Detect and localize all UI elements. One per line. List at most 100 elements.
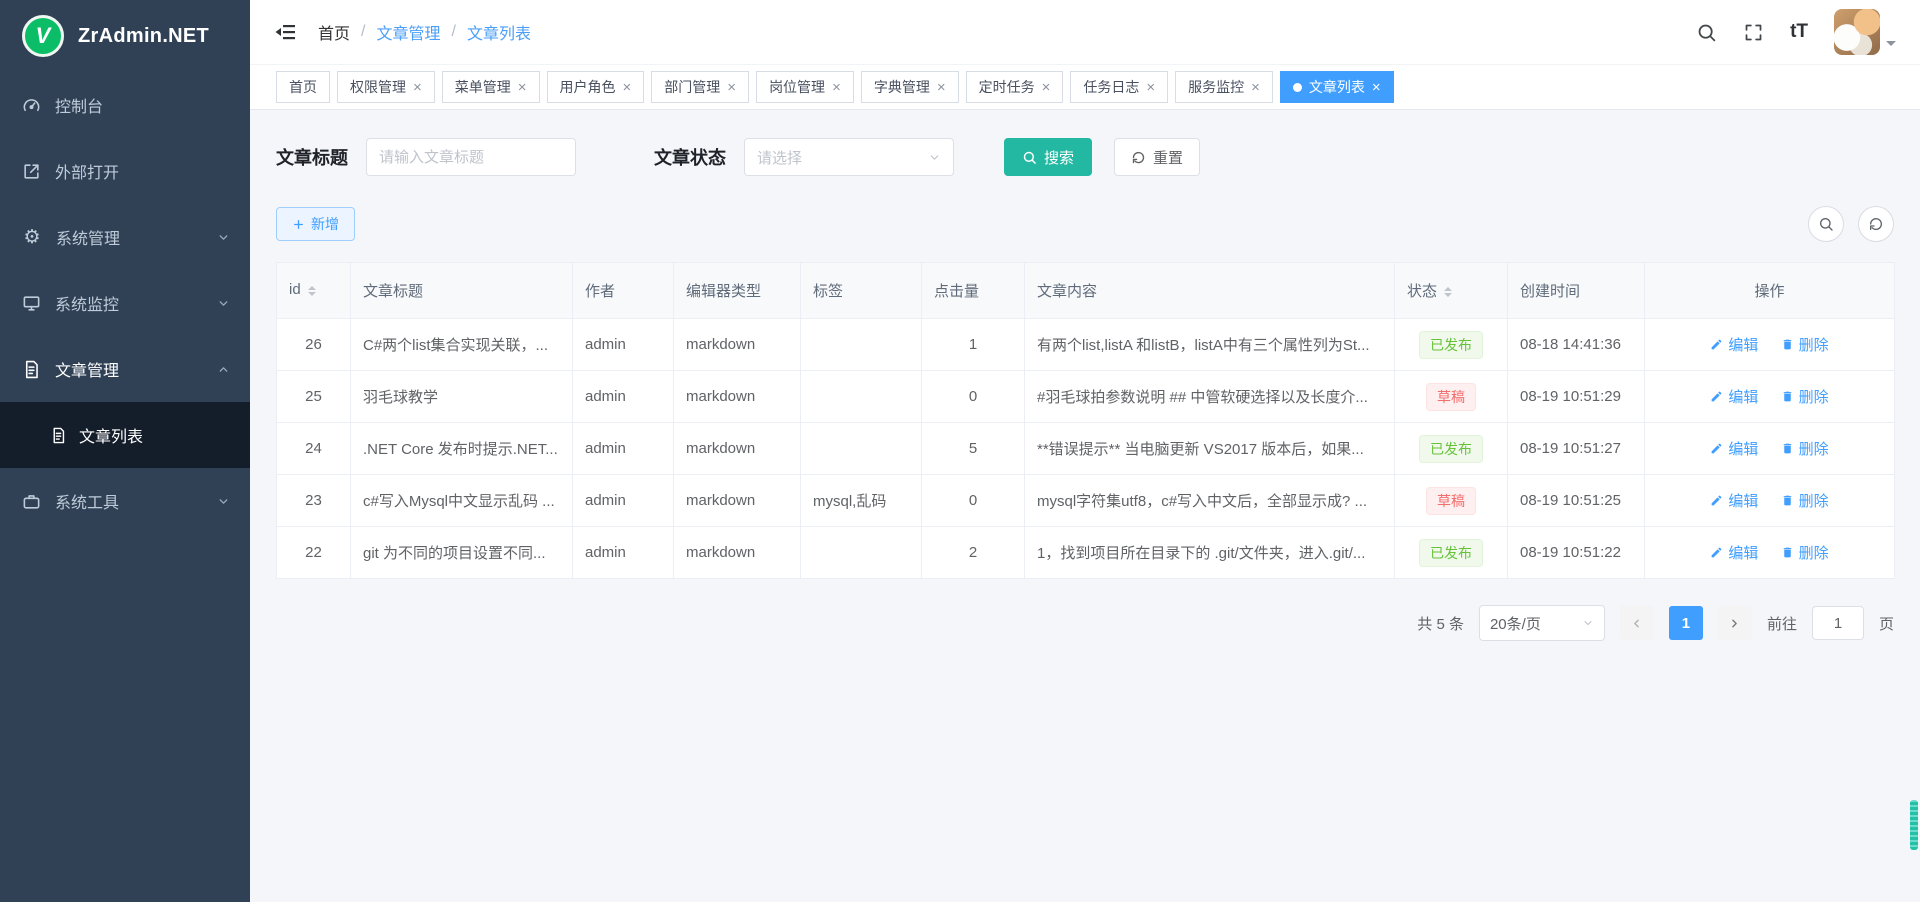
tab-article-list[interactable]: 文章列表× xyxy=(1280,71,1394,103)
cell-tags xyxy=(801,319,922,371)
edit-button[interactable]: 编辑 xyxy=(1710,334,1758,355)
table-row: 26 C#两个list集合实现关联，... admin markdown 1 有… xyxy=(277,319,1895,371)
dashboard-icon xyxy=(22,96,41,115)
cell-id: 23 xyxy=(277,475,351,527)
tab-user-role[interactable]: 用户角色× xyxy=(547,71,645,103)
close-icon[interactable]: × xyxy=(1146,80,1155,95)
search-icon[interactable] xyxy=(1696,22,1717,43)
breadcrumb-separator: / xyxy=(451,23,455,41)
column-header-editor: 编辑器类型 xyxy=(674,263,801,319)
edit-button[interactable]: 编辑 xyxy=(1710,386,1758,407)
user-menu[interactable] xyxy=(1834,9,1896,55)
toggle-search-button[interactable] xyxy=(1808,206,1844,242)
sidebar-item-system-tools[interactable]: 系统工具 xyxy=(0,468,250,534)
pagination: 共 5 条 20条/页 1 前往 页 xyxy=(276,605,1894,641)
tab-permission[interactable]: 权限管理× xyxy=(337,71,435,103)
sidebar-submenu: 文章列表 xyxy=(0,402,250,468)
delete-button[interactable]: 删除 xyxy=(1781,438,1829,459)
search-button[interactable]: 搜索 xyxy=(1004,138,1092,176)
tab-dictionary[interactable]: 字典管理× xyxy=(861,71,959,103)
sidebar-item-article-list[interactable]: 文章列表 xyxy=(0,402,250,468)
font-size-icon[interactable]: tT xyxy=(1790,21,1808,43)
edit-button[interactable]: 编辑 xyxy=(1710,542,1758,563)
scrollbar-thumb[interactable] xyxy=(1910,800,1918,850)
delete-button[interactable]: 删除 xyxy=(1781,542,1829,563)
cell-content: 有两个list,listA 和listB，listA中有三个属性列为St... xyxy=(1025,319,1395,371)
external-link-icon xyxy=(22,162,41,181)
tab-department[interactable]: 部门管理× xyxy=(651,71,749,103)
cell-id: 24 xyxy=(277,423,351,475)
next-page-button[interactable] xyxy=(1718,606,1752,640)
avatar[interactable] xyxy=(1834,9,1880,55)
column-header-id[interactable]: id xyxy=(277,263,351,319)
prev-page-button[interactable] xyxy=(1620,606,1654,640)
cell-clicks: 5 xyxy=(922,423,1025,475)
delete-button[interactable]: 删除 xyxy=(1781,334,1829,355)
close-icon[interactable]: × xyxy=(832,80,841,95)
cell-editor: markdown xyxy=(674,371,801,423)
status-badge: 已发布 xyxy=(1419,539,1483,567)
sidebar-item-system-monitor[interactable]: 系统监控 xyxy=(0,270,250,336)
trash-icon xyxy=(1781,494,1794,507)
sidebar: V ZrAdmin.NET 控制台 外部打开 ⚙ 系统管理 xyxy=(0,0,250,902)
fullscreen-icon[interactable] xyxy=(1743,22,1764,43)
edit-icon xyxy=(1710,390,1723,403)
article-title-input[interactable] xyxy=(366,138,576,176)
refresh-table-button[interactable] xyxy=(1858,206,1894,242)
edit-icon xyxy=(1710,338,1723,351)
column-header-status[interactable]: 状态 xyxy=(1395,263,1508,319)
chevron-down-icon xyxy=(1886,41,1896,51)
add-button[interactable]: 新增 xyxy=(276,207,355,241)
page-size-select[interactable]: 20条/页 xyxy=(1479,605,1605,641)
file-icon xyxy=(50,427,67,444)
table-toolbar: 新增 xyxy=(276,206,1894,242)
sidebar-item-label: 系统工具 xyxy=(55,489,119,513)
status-badge: 已发布 xyxy=(1419,331,1483,359)
reset-button[interactable]: 重置 xyxy=(1114,138,1200,176)
edit-icon xyxy=(1710,546,1723,559)
app-logo[interactable]: V ZrAdmin.NET xyxy=(0,0,250,72)
app-title: ZrAdmin.NET xyxy=(78,25,209,48)
close-icon[interactable]: × xyxy=(1042,80,1051,95)
edit-button[interactable]: 编辑 xyxy=(1710,438,1758,459)
page-number-1[interactable]: 1 xyxy=(1669,606,1703,640)
cell-clicks: 0 xyxy=(922,371,1025,423)
close-icon[interactable]: × xyxy=(623,80,632,95)
sidebar-item-article-management[interactable]: 文章管理 xyxy=(0,336,250,402)
table-row: 22 git 为不同的项目设置不同... admin markdown 2 1，… xyxy=(277,527,1895,579)
edit-button[interactable]: 编辑 xyxy=(1710,490,1758,511)
table-row: 25 羽毛球教学 admin markdown 0 #羽毛球拍参数说明 ## 中… xyxy=(277,371,1895,423)
plus-icon xyxy=(292,218,305,231)
cell-created: 08-19 10:51:22 xyxy=(1508,527,1645,579)
sort-caret-icon[interactable] xyxy=(308,282,316,300)
close-icon[interactable]: × xyxy=(413,80,422,95)
close-icon[interactable]: × xyxy=(1372,80,1381,95)
article-status-select[interactable]: 请选择 xyxy=(744,138,954,176)
trash-icon xyxy=(1781,442,1794,455)
breadcrumb-home[interactable]: 首页 xyxy=(318,20,350,44)
tab-home[interactable]: 首页 xyxy=(276,71,330,103)
cell-title: git 为不同的项目设置不同... xyxy=(351,527,573,579)
tab-task-log[interactable]: 任务日志× xyxy=(1070,71,1168,103)
cell-clicks: 0 xyxy=(922,475,1025,527)
sidebar-item-system-management[interactable]: ⚙ 系统管理 xyxy=(0,204,250,270)
tab-menu-management[interactable]: 菜单管理× xyxy=(442,71,540,103)
close-icon[interactable]: × xyxy=(727,80,736,95)
sidebar-item-dashboard[interactable]: 控制台 xyxy=(0,72,250,138)
page-unit-label: 页 xyxy=(1879,613,1894,634)
tab-scheduled-task[interactable]: 定时任务× xyxy=(966,71,1064,103)
close-icon[interactable]: × xyxy=(518,80,527,95)
sort-caret-icon[interactable] xyxy=(1444,283,1452,301)
delete-button[interactable]: 删除 xyxy=(1781,490,1829,511)
sidebar-item-label: 文章列表 xyxy=(79,423,143,447)
article-status-label: 文章状态 xyxy=(654,144,726,170)
delete-button[interactable]: 删除 xyxy=(1781,386,1829,407)
close-icon[interactable]: × xyxy=(937,80,946,95)
tab-post[interactable]: 岗位管理× xyxy=(756,71,854,103)
sidebar-item-external-open[interactable]: 外部打开 xyxy=(0,138,250,204)
menu-fold-icon[interactable] xyxy=(274,20,298,44)
breadcrumb-section[interactable]: 文章管理 xyxy=(376,20,440,44)
goto-page-input[interactable] xyxy=(1812,606,1864,640)
tab-service-monitor[interactable]: 服务监控× xyxy=(1175,71,1273,103)
close-icon[interactable]: × xyxy=(1251,80,1260,95)
